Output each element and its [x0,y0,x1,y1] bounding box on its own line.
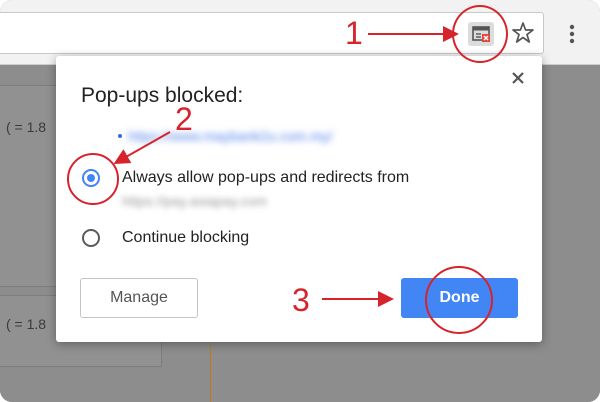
radio-option-allow[interactable]: Always allow pop-ups and redirects from … [82,166,502,209]
annotation-circle-3 [425,266,493,334]
background-text: ( = 1.8 [6,119,47,135]
dialog-title: Pop-ups blocked: [81,84,244,107]
background-divider [210,345,211,402]
blocked-popup-link-row[interactable]: https://www.maybank2u.com.my/ [118,126,438,146]
allowed-site-url: https://pay.asiapay.com [122,193,267,209]
radio-option-block[interactable]: Continue blocking [82,226,322,252]
bullet-icon [118,134,122,138]
annotation-circle-1 [452,5,508,63]
radio-button-block[interactable] [82,229,100,247]
browser-window: ( = 1.8 ( = 1.8 Pop-ups blocked: https:/… [0,0,600,402]
annotation-circle-2 [67,153,119,205]
manage-button[interactable]: Manage [80,278,198,318]
close-icon[interactable] [508,68,528,88]
annotation-step-1: 1 [345,15,363,51]
radio-label-allow: Always allow pop-ups and redirects from [122,169,410,186]
kebab-menu-icon[interactable] [562,20,582,48]
blocked-popup-link[interactable]: https://www.maybank2u.com.my/ [128,128,333,144]
background-text: ( = 1.8 [6,316,47,332]
star-icon[interactable] [510,20,536,46]
annotation-step-2: 2 [175,101,193,137]
radio-label-block: Continue blocking [122,229,250,246]
annotation-step-3: 3 [292,282,310,318]
